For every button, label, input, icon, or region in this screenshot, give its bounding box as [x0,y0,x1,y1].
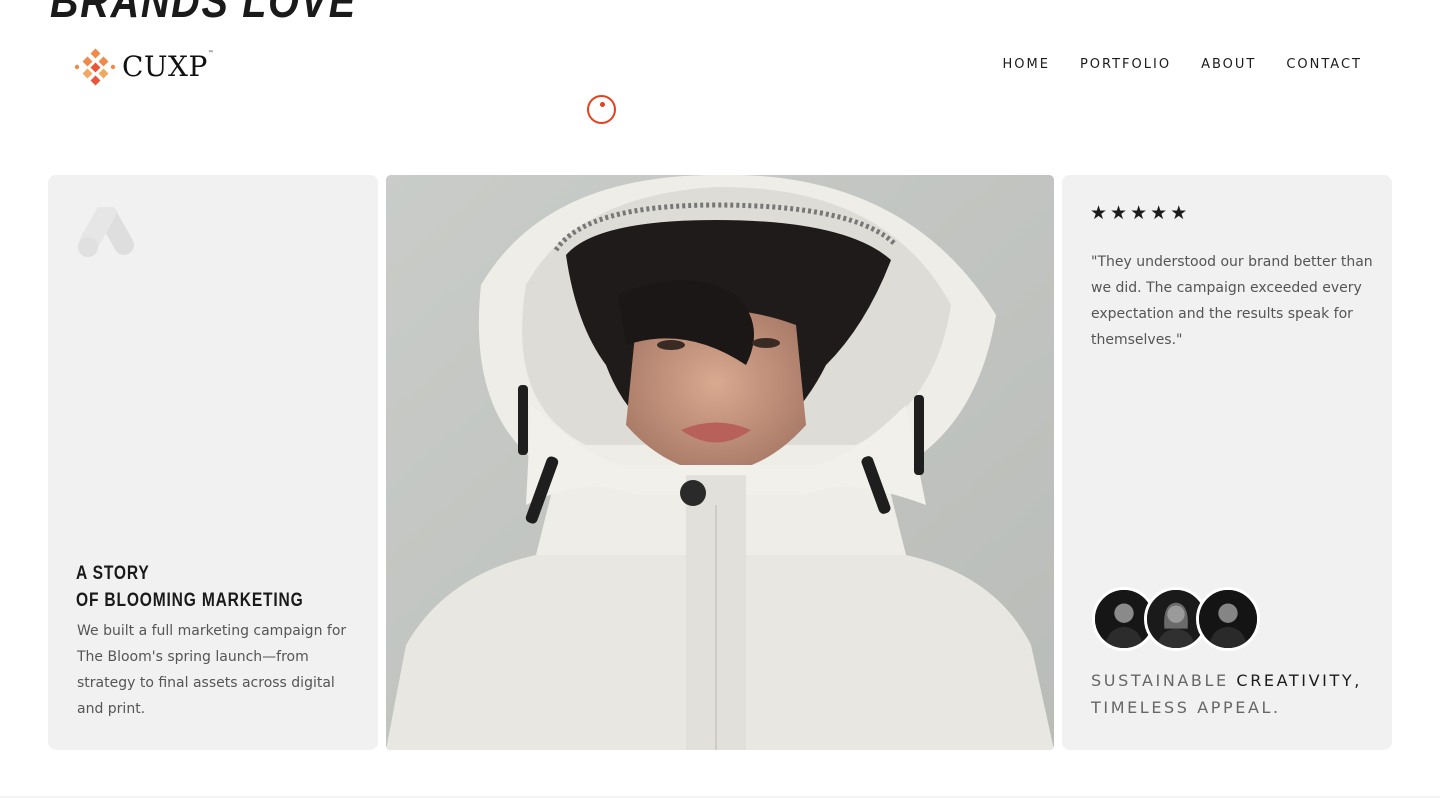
nav-about[interactable]: ABOUT [1201,57,1256,72]
star-icon: ★ [1090,202,1108,224]
custom-cursor-icon [587,95,616,124]
star-icon: ★ [1110,202,1128,224]
logo-mark-icon [74,48,116,86]
hero-heading: BRANDS LOVE [50,0,357,27]
avatar-group [1092,587,1260,651]
tagline-part1: SUSTAINABLE [1091,671,1229,690]
cursor-dot [600,102,605,107]
avatar [1196,587,1260,651]
main-nav: HOME PORTFOLIO ABOUT CONTACT [1002,57,1362,72]
google-ads-icon [78,207,134,257]
logo-text: CUXP [122,50,208,83]
nav-portfolio[interactable]: PORTFOLIO [1080,57,1171,72]
story-title: A STORY OF BLOOMING MARKETING [76,560,304,614]
star-icon: ★ [1130,202,1148,224]
star-rating: ★ ★ ★ ★ ★ [1090,204,1187,223]
story-description: We built a full marketing campaign for T… [77,623,347,717]
tagline-emphasis: CREATIVITY, [1236,671,1362,690]
tagline: SUSTAINABLE CREATIVITY, TIMELESS APPEAL. [1091,667,1362,721]
story-card[interactable]: A STORY OF BLOOMING MARKETING We built a… [48,175,378,750]
story-title-line1: A STORY [76,563,150,584]
story-title-line2: OF BLOOMING MARKETING [76,590,304,611]
portrait-image [386,175,1054,750]
testimonial-quote: "They understood our brand better than w… [1091,254,1373,348]
nav-home[interactable]: HOME [1002,57,1049,72]
brand-logo[interactable]: CUXP™ [72,48,214,86]
nav-contact[interactable]: CONTACT [1286,57,1362,72]
testimonial-card[interactable]: ★ ★ ★ ★ ★ "They understood our brand bet… [1062,175,1392,750]
feature-image[interactable] [386,175,1054,750]
tagline-part3: TIMELESS APPEAL. [1091,698,1281,717]
star-icon: ★ [1170,202,1188,224]
star-icon: ★ [1150,202,1168,224]
logo-trademark: ™ [207,50,215,57]
